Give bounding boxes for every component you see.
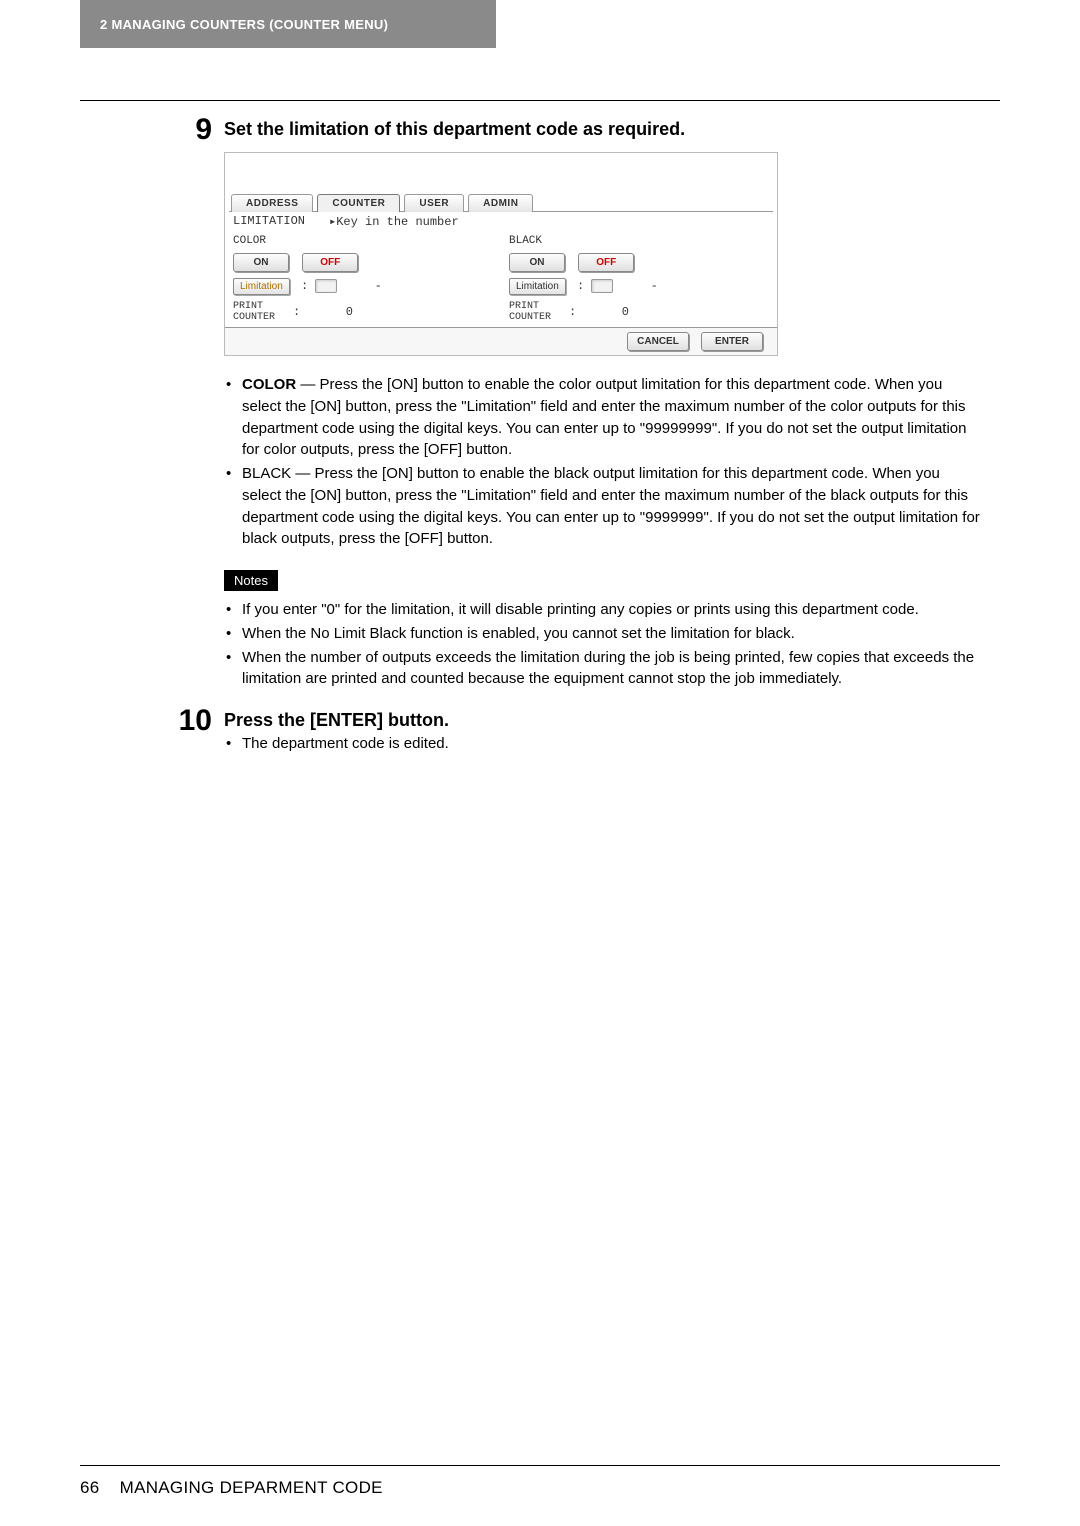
- step-10-body: Press the [ENTER] button. The department…: [224, 706, 980, 761]
- black-on-button[interactable]: ON: [509, 253, 565, 272]
- color-off-button[interactable]: OFF: [302, 253, 358, 272]
- color-heading: COLOR: [233, 235, 493, 247]
- page-footer: 66 MANAGING DEPARMENT CODE: [80, 1478, 383, 1498]
- enter-button[interactable]: ENTER: [701, 332, 763, 351]
- black-heading: BLACK: [509, 235, 769, 247]
- color-on-button[interactable]: ON: [233, 253, 289, 272]
- notes-label: Notes: [224, 570, 278, 591]
- tab-user[interactable]: USER: [404, 194, 464, 212]
- device-status-row: LIMITATION ▸Key in the number: [225, 212, 777, 231]
- footer-title: MANAGING DEPARMENT CODE: [120, 1478, 383, 1497]
- notes-item-2: When the No Limit Black function is enab…: [224, 623, 980, 645]
- tab-counter[interactable]: COUNTER: [317, 194, 400, 212]
- step-9: 9 Set the limitation of this department …: [178, 115, 980, 696]
- bullet-color-label: COLOR: [242, 376, 296, 393]
- cancel-button[interactable]: CANCEL: [627, 332, 689, 351]
- color-pc-value: 0: [313, 305, 353, 319]
- black-limitation-value: -: [651, 279, 658, 293]
- status-hint: ▸Key in the number: [329, 214, 459, 229]
- device-tabs: ADDRESS COUNTER USER ADMIN: [225, 187, 777, 211]
- top-separator: [80, 100, 1000, 101]
- device-columns: COLOR ON OFF Limitation : - PRINT CO: [225, 231, 777, 327]
- step-9-bullets: COLOR — Press the [ON] button to enable …: [224, 374, 980, 550]
- step-10-bullets: The department code is edited.: [224, 733, 980, 755]
- bottom-separator: [80, 1465, 1000, 1466]
- color-limitation-button[interactable]: Limitation: [233, 278, 290, 295]
- black-column: BLACK ON OFF Limitation : - PRINT CO: [501, 231, 777, 327]
- step-9-title: Set the limitation of this department co…: [224, 119, 980, 140]
- black-off-button[interactable]: OFF: [578, 253, 634, 272]
- black-pc-sep: :: [569, 305, 589, 319]
- color-limitation-value: -: [375, 279, 382, 293]
- chapter-header: 2 MANAGING COUNTERS (COUNTER MENU): [80, 0, 496, 48]
- step-9-number: 9: [178, 115, 212, 696]
- step-10-number: 10: [178, 706, 212, 761]
- color-pc-sep: :: [293, 305, 313, 319]
- page-content: 9 Set the limitation of this department …: [178, 115, 980, 771]
- color-limitation-sep: :: [301, 279, 308, 293]
- black-limitation-sep: :: [577, 279, 584, 293]
- bullet-color-text: — Press the [ON] button to enable the co…: [242, 376, 966, 458]
- chapter-label: 2 MANAGING COUNTERS (COUNTER MENU): [100, 17, 388, 32]
- device-footer: CANCEL ENTER: [225, 327, 777, 355]
- step-9-body: Set the limitation of this department co…: [224, 115, 980, 696]
- notes-list: If you enter "0" for the limitation, it …: [224, 599, 980, 690]
- color-column: COLOR ON OFF Limitation : - PRINT CO: [225, 231, 501, 327]
- color-print-counter-label: PRINT COUNTER: [233, 301, 293, 323]
- page-number: 66: [80, 1478, 100, 1497]
- color-limitation-field[interactable]: [315, 279, 337, 293]
- step-10-title: Press the [ENTER] button.: [224, 710, 980, 731]
- device-blank-top: [225, 153, 777, 187]
- device-screen: ADDRESS COUNTER USER ADMIN LIMITATION ▸K…: [224, 152, 778, 356]
- black-limitation-field[interactable]: [591, 279, 613, 293]
- step-10: 10 Press the [ENTER] button. The departm…: [178, 706, 980, 761]
- status-label: LIMITATION: [233, 214, 329, 229]
- notes-item-1: If you enter "0" for the limitation, it …: [224, 599, 980, 621]
- black-print-counter-label: PRINT COUNTER: [509, 301, 569, 323]
- bullet-black: BLACK — Press the [ON] button to enable …: [224, 463, 980, 550]
- bullet-color: COLOR — Press the [ON] button to enable …: [224, 374, 980, 461]
- step-10-bullet: The department code is edited.: [224, 733, 980, 755]
- tab-address[interactable]: ADDRESS: [231, 194, 313, 212]
- notes-item-3: When the number of outputs exceeds the l…: [224, 647, 980, 691]
- black-pc-value: 0: [589, 305, 629, 319]
- tab-admin[interactable]: ADMIN: [468, 194, 533, 212]
- black-limitation-button[interactable]: Limitation: [509, 278, 566, 295]
